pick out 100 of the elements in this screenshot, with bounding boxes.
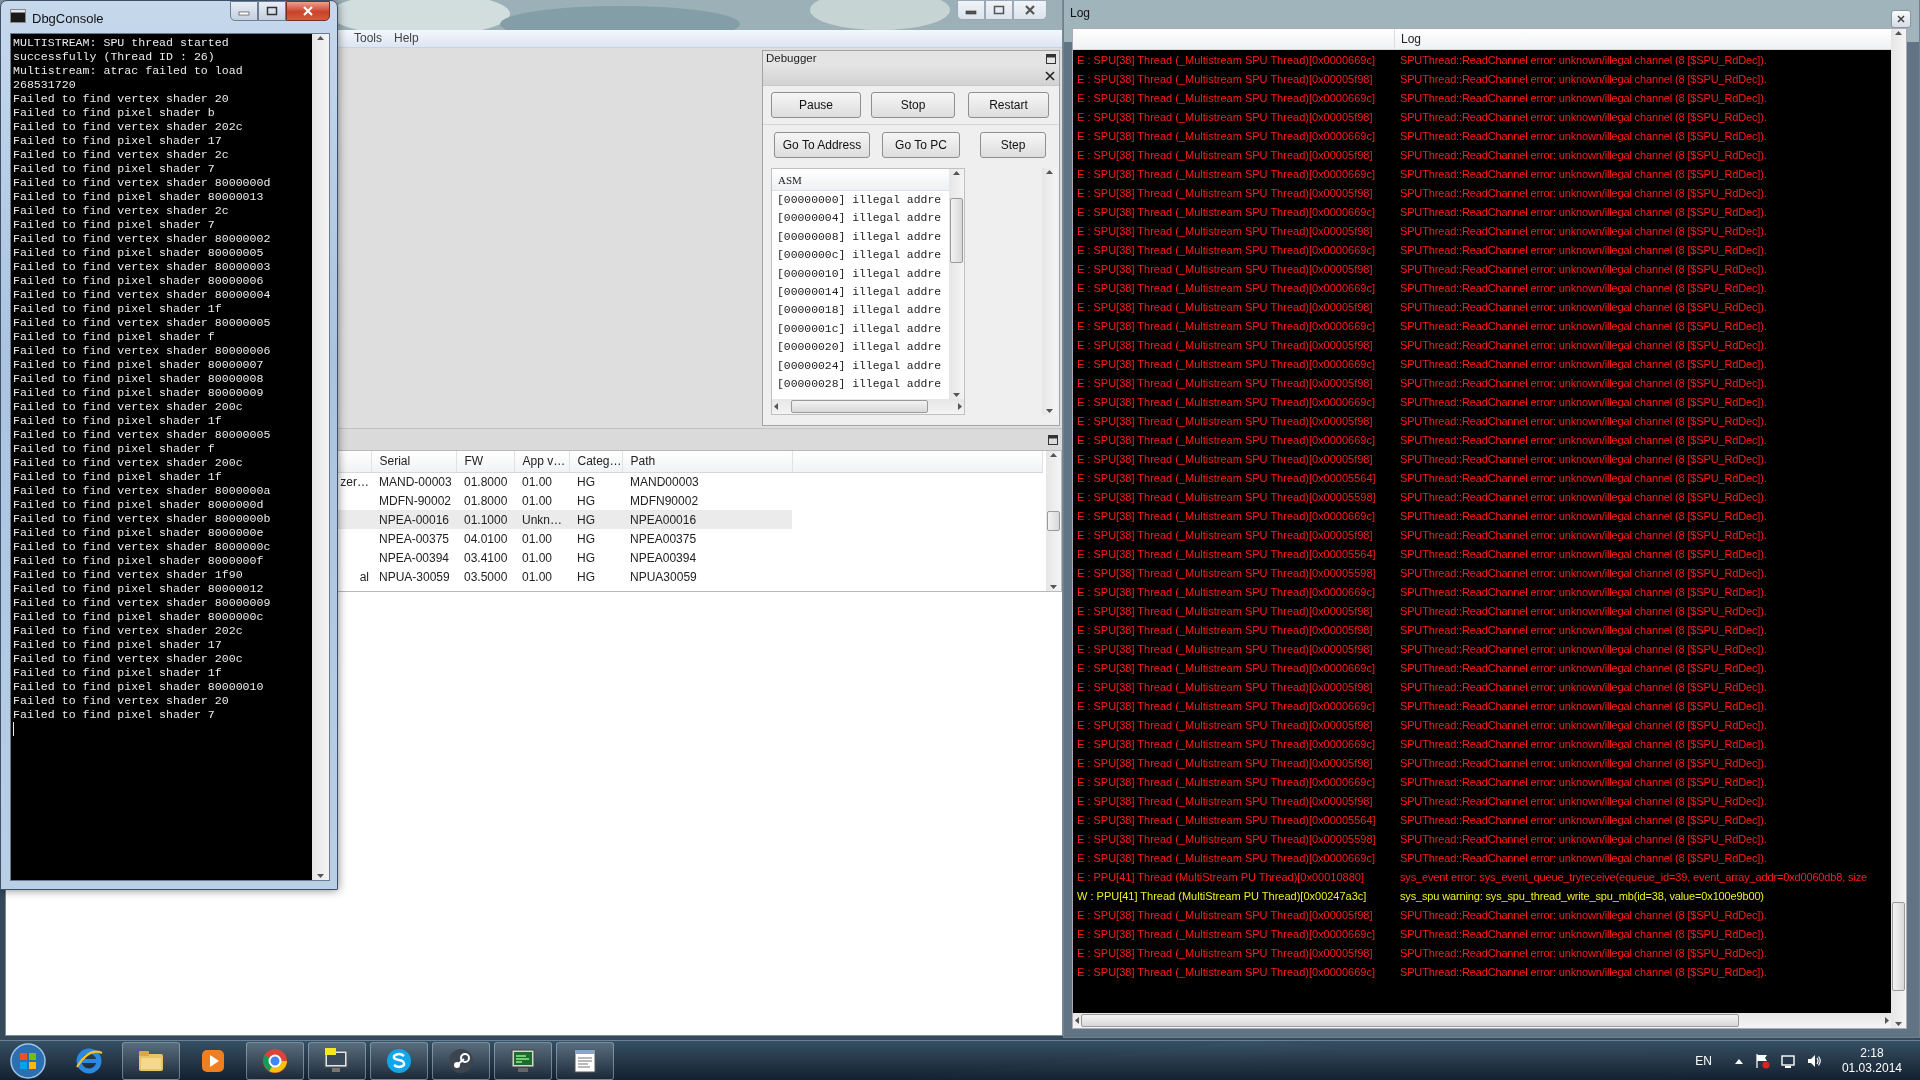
log-message: SPUThread::ReadChannel error: unknown/illegal channel (8 [$SPU_RdDec]). <box>1399 642 1767 657</box>
scrollbar[interactable] <box>949 169 964 399</box>
log-source: E : SPU[38] Thread (_Multistream SPU Thread)[0x0000669c] <box>1076 53 1376 68</box>
close-button[interactable] <box>1013 0 1047 20</box>
menu-item[interactable]: Help <box>388 30 425 47</box>
taskbar-button[interactable] <box>432 1041 490 1080</box>
close-icon <box>1896 14 1906 24</box>
log-source: E : SPU[38] Thread (_Multistream SPU Thread)[0x00005f98] <box>1076 148 1374 163</box>
debugger-button[interactable]: Pause <box>771 92 861 119</box>
language-indicator[interactable]: EN <box>1695 1051 1724 1070</box>
down-arrow-icon <box>1894 1020 1903 1028</box>
scrollbar-thumb[interactable] <box>1081 1014 1739 1027</box>
up-arrow-icon <box>952 169 961 177</box>
log-message: SPUThread::ReadChannel error: unknown/illegal channel (8 [$SPU_RdDec]). <box>1399 775 1767 790</box>
column-header[interactable]: Categ… <box>569 451 623 472</box>
close-button[interactable] <box>286 1 330 21</box>
table-row[interactable]: al NPUA-30059 03.5000 01.00 HG NPUA30059 <box>307 567 1043 586</box>
scrollbar[interactable] <box>312 34 329 880</box>
console-line: Failed to find pixel shader 80000007 <box>13 358 265 372</box>
log-source: E : SPU[38] Thread (_Multistream SPU Thread)[0x00005598] <box>1076 490 1377 505</box>
column-header[interactable]: FW <box>456 451 514 472</box>
column-header[interactable]: App v… <box>514 451 569 472</box>
globe-icon <box>75 1046 103 1075</box>
console-line: Failed to find pixel shader 80000008 <box>13 372 265 386</box>
column-header[interactable]: Serial <box>371 451 456 472</box>
console-line: Multistream: atrac failed to load <box>13 64 244 78</box>
console-line: Failed to find pixel shader 8000000e <box>13 526 265 540</box>
menu-item[interactable]: Tools <box>348 30 388 47</box>
log-source: E : SPU[38] Thread (_Multistream SPU Thread)[0x0000669c] <box>1076 927 1376 942</box>
table-row[interactable]: MDFN-90002 01.8000 01.00 HG MDFN90002 <box>307 491 1043 510</box>
up-arrow-icon <box>1894 29 1903 37</box>
console-line: Failed to find vertex shader 202c <box>13 120 244 134</box>
log-message: SPUThread::ReadChannel error: unknown/illegal channel (8 [$SPU_RdDec]). <box>1399 547 1767 562</box>
scrollbar[interactable] <box>1891 29 1906 1028</box>
console-line: Failed to find vertex shader 20 <box>13 694 230 708</box>
taskbar-button[interactable] <box>556 1041 614 1080</box>
log-message: SPUThread::ReadChannel error: unknown/illegal channel (8 [$SPU_RdDec]). <box>1399 528 1767 543</box>
console-line: Failed to find pixel shader 80000013 <box>13 190 265 204</box>
log-message: SPUThread::ReadChannel error: unknown/illegal channel (8 [$SPU_RdDec]). <box>1399 471 1767 486</box>
log-message: SPUThread::ReadChannel error: unknown/illegal channel (8 [$SPU_RdDec]). <box>1399 661 1767 676</box>
log-message: SPUThread::ReadChannel error: unknown/illegal channel (8 [$SPU_RdDec]). <box>1399 927 1767 942</box>
console-line: Failed to find pixel shader 80000006 <box>13 274 265 288</box>
column-header[interactable]: Log <box>1395 29 1422 49</box>
console-line: Failed to find vertex shader 8000000b <box>13 512 272 526</box>
log-message: SPUThread::ReadChannel error: unknown/illegal channel (8 [$SPU_RdDec]). <box>1399 357 1767 372</box>
clock-button[interactable]: 2:18 01.03.2014 <box>1831 1045 1902 1076</box>
log-source: E : SPU[38] Thread (_Multistream SPU Thread)[0x00005f98] <box>1076 72 1374 87</box>
float-window-icon <box>1046 54 1056 64</box>
taskbar-button[interactable] <box>494 1041 552 1080</box>
debugger-button[interactable]: Restart <box>968 92 1049 119</box>
log-message: SPUThread::ReadChannel error: unknown/illegal channel (8 [$SPU_RdDec]). <box>1399 224 1767 239</box>
log-source: E : SPU[38] Thread (_Multistream SPU Thread)[0x00005564] <box>1076 547 1377 562</box>
table-row[interactable]: NPEA-00394 03.4100 01.00 HG NPEA00394 <box>307 548 1043 567</box>
table-row[interactable]: zer… MAND-00003 01.8000 01.00 HG MAND00003 <box>307 472 1043 491</box>
maximize-button[interactable] <box>985 0 1013 20</box>
debugger-button[interactable]: Go To Address <box>774 131 870 158</box>
scrollbar[interactable] <box>1042 168 1057 415</box>
table-row[interactable]: NPEA-00016 01.1000 Unkn… HG NPEA00016 <box>307 510 1043 529</box>
taskbar-button[interactable] <box>246 1041 304 1080</box>
log-message: SPUThread::ReadChannel error: unknown/illegal channel (8 [$SPU_RdDec]). <box>1399 604 1767 619</box>
column-header[interactable]: Path <box>622 451 793 472</box>
log-message: SPUThread::ReadChannel error: unknown/illegal channel (8 [$SPU_RdDec]). <box>1399 91 1767 106</box>
log-message: SPUThread::ReadChannel error: unknown/illegal channel (8 [$SPU_RdDec]). <box>1399 338 1767 353</box>
log-message: SPUThread::ReadChannel error: unknown/illegal channel (8 [$SPU_RdDec]). <box>1399 585 1767 600</box>
maximize-button[interactable] <box>258 1 286 21</box>
scrollbar-thumb[interactable] <box>790 400 928 413</box>
start-button[interactable] <box>8 1041 48 1080</box>
scrollbar-thumb[interactable] <box>950 198 963 263</box>
debugger-button[interactable]: Step <box>980 131 1046 158</box>
scrollbar-thumb[interactable] <box>1892 902 1905 991</box>
log-message: SPUThread::ReadChannel error: unknown/illegal channel (8 [$SPU_RdDec]). <box>1399 566 1767 581</box>
minimize-button[interactable] <box>957 0 985 20</box>
asm-line: [0000001c] illegal addre <box>776 321 943 337</box>
log-source: E : SPU[38] Thread (_Multistream SPU Thread)[0x0000669c] <box>1076 91 1376 106</box>
scrollbar-thumb[interactable] <box>1047 511 1060 531</box>
taskbar-button[interactable] <box>308 1041 366 1080</box>
close-button[interactable] <box>1891 10 1911 28</box>
debugger-button[interactable]: Stop <box>871 92 955 119</box>
asm-line: [00000028] illegal addre <box>776 376 943 392</box>
log-source: E : SPU[38] Thread (_Multistream SPU Thread)[0x00005598] <box>1076 566 1377 581</box>
console-line: Failed to find vertex shader 1f90 <box>13 568 244 582</box>
log-source: W : PPU[41] Thread (MultiStream PU Thread)[0x00247a3c] <box>1076 889 1368 904</box>
log-source: E : SPU[38] Thread (_Multistream SPU Thread)[0x00005f98] <box>1076 642 1374 657</box>
log-message: SPUThread::ReadChannel error: unknown/illegal channel (8 [$SPU_RdDec]). <box>1399 623 1767 638</box>
taskbar-button[interactable] <box>122 1041 180 1080</box>
debugger-button[interactable]: Go To PC <box>882 131 960 158</box>
table-cell: 01.1000 <box>456 510 514 529</box>
log-message: SPUThread::ReadChannel error: unknown/illegal channel (8 [$SPU_RdDec]). <box>1399 281 1767 296</box>
scrollbar[interactable] <box>772 399 964 414</box>
taskbar-button[interactable] <box>370 1041 428 1080</box>
scrollbar[interactable] <box>1046 451 1061 591</box>
table-row[interactable]: NPEA-00375 04.0100 01.00 HG NPEA00375 <box>307 529 1043 548</box>
console-line: Failed to find pixel shader 7 <box>13 218 216 232</box>
console-line: Failed to find pixel shader 7 <box>13 162 216 176</box>
scrollbar[interactable] <box>1073 1013 1891 1028</box>
console-line: Failed to find vertex shader 200c <box>13 652 244 666</box>
network-icon <box>1779 1052 1796 1069</box>
log-source: E : SPU[38] Thread (_Multistream SPU Thread)[0x0000669c] <box>1076 737 1376 752</box>
console-line: Failed to find vertex shader 200c <box>13 456 244 470</box>
log-message: SPUThread::ReadChannel error: unknown/illegal channel (8 [$SPU_RdDec]). <box>1399 452 1767 467</box>
